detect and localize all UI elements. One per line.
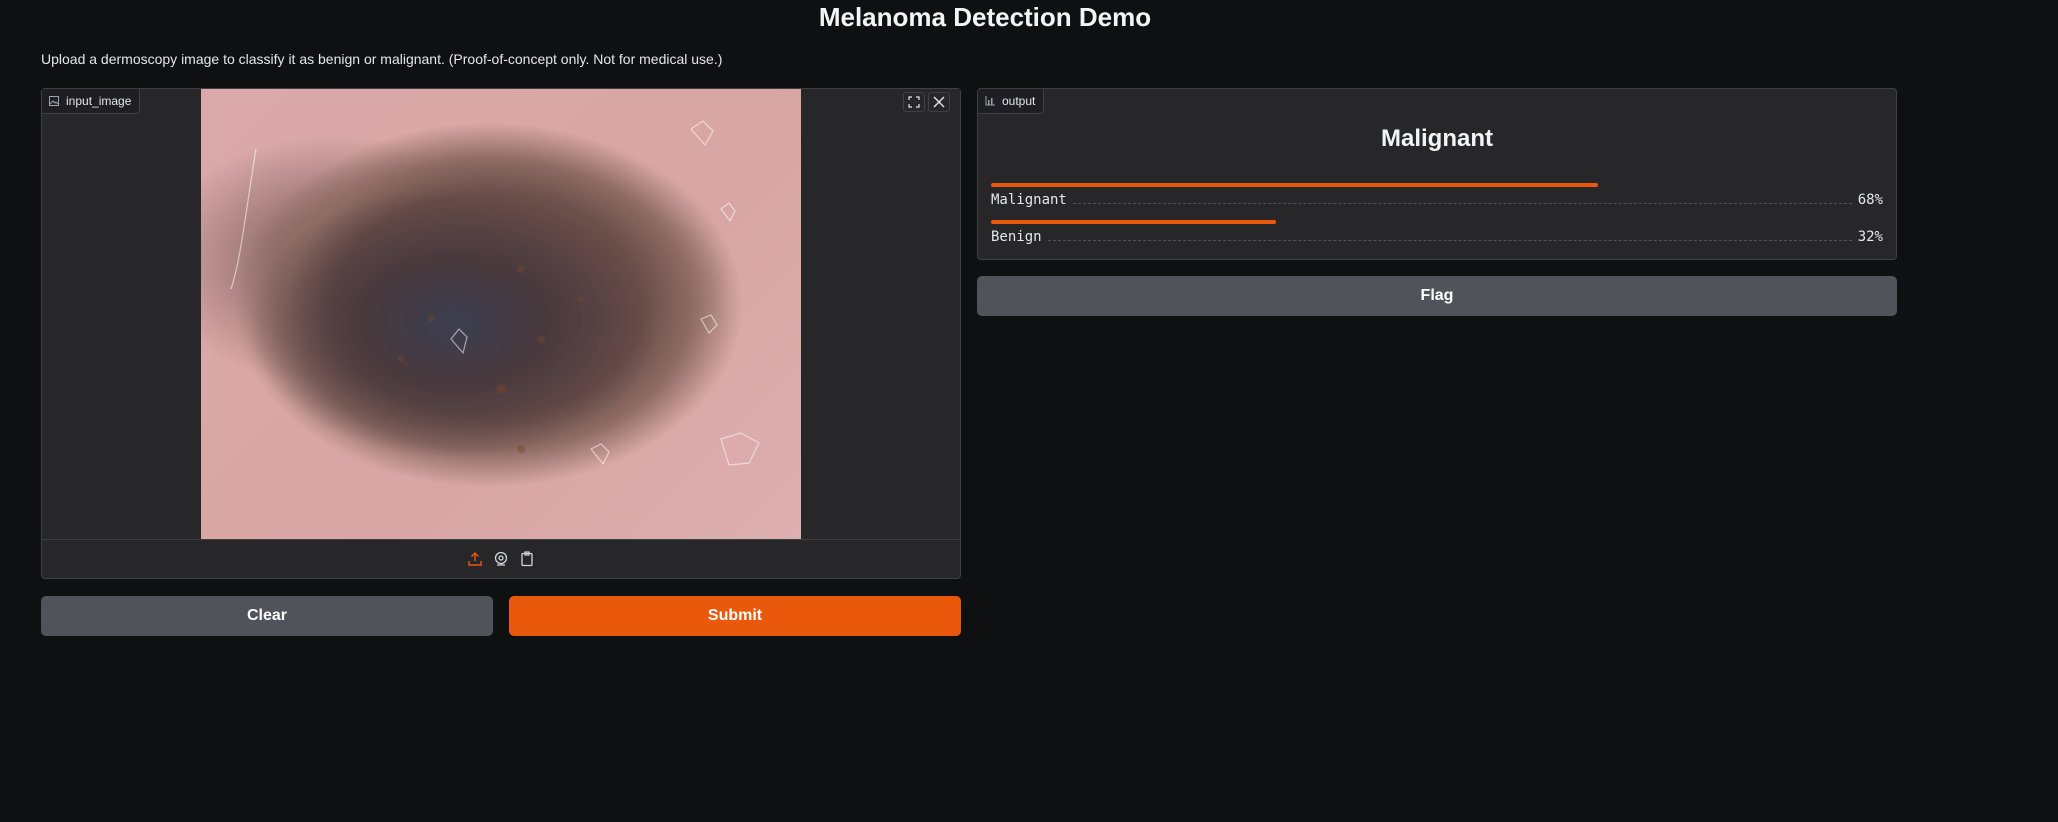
page-title: Melanoma Detection Demo (818, 2, 1152, 32)
confidence-value: 68% (1857, 192, 1883, 208)
upload-source-button[interactable] (467, 551, 483, 567)
confidence-label: Malignant (991, 192, 1067, 208)
output-panel: output Malignant Malignant 68% Benign 32… (977, 88, 1897, 260)
confidence-row: Malignant 68% (991, 183, 1883, 213)
confidence-leader-line (1047, 240, 1852, 241)
fullscreen-button[interactable] (903, 92, 925, 112)
confidence-bar (991, 183, 1598, 187)
submit-button[interactable]: Submit (509, 596, 961, 636)
predicted-label: Malignant (1381, 125, 1493, 152)
confidence-label: Benign (991, 229, 1042, 245)
output-label: output (978, 89, 1045, 114)
flag-button[interactable]: Flag (977, 276, 1897, 316)
clipboard-source-button[interactable] (519, 551, 535, 567)
input-image-label: input_image (42, 89, 141, 114)
webcam-icon (494, 551, 508, 566)
image-source-selector (42, 540, 960, 578)
input-image-label-text: input_image (66, 94, 132, 108)
bar-chart-icon (985, 96, 995, 106)
webcam-source-button[interactable] (493, 551, 509, 567)
upload-icon (468, 552, 482, 566)
clear-button[interactable]: Clear (41, 596, 493, 636)
page-description: Upload a dermoscopy image to classify it… (41, 51, 723, 67)
image-preview[interactable]: input_image (42, 89, 960, 540)
confidence-bar (991, 220, 1277, 224)
image-icon (49, 96, 59, 106)
close-icon (933, 96, 945, 108)
fullscreen-icon (908, 96, 920, 108)
dermoscopy-image (201, 89, 801, 539)
clear-image-button[interactable] (928, 92, 950, 112)
skin-texture-overlay (230, 120, 760, 466)
output-label-text: output (1002, 94, 1036, 108)
input-image-panel[interactable]: input_image (41, 88, 961, 579)
confidence-value: 32% (1857, 229, 1883, 245)
confidence-row: Benign 32% (991, 220, 1883, 250)
confidence-leader-line (1072, 203, 1852, 204)
clipboard-icon (521, 551, 533, 567)
